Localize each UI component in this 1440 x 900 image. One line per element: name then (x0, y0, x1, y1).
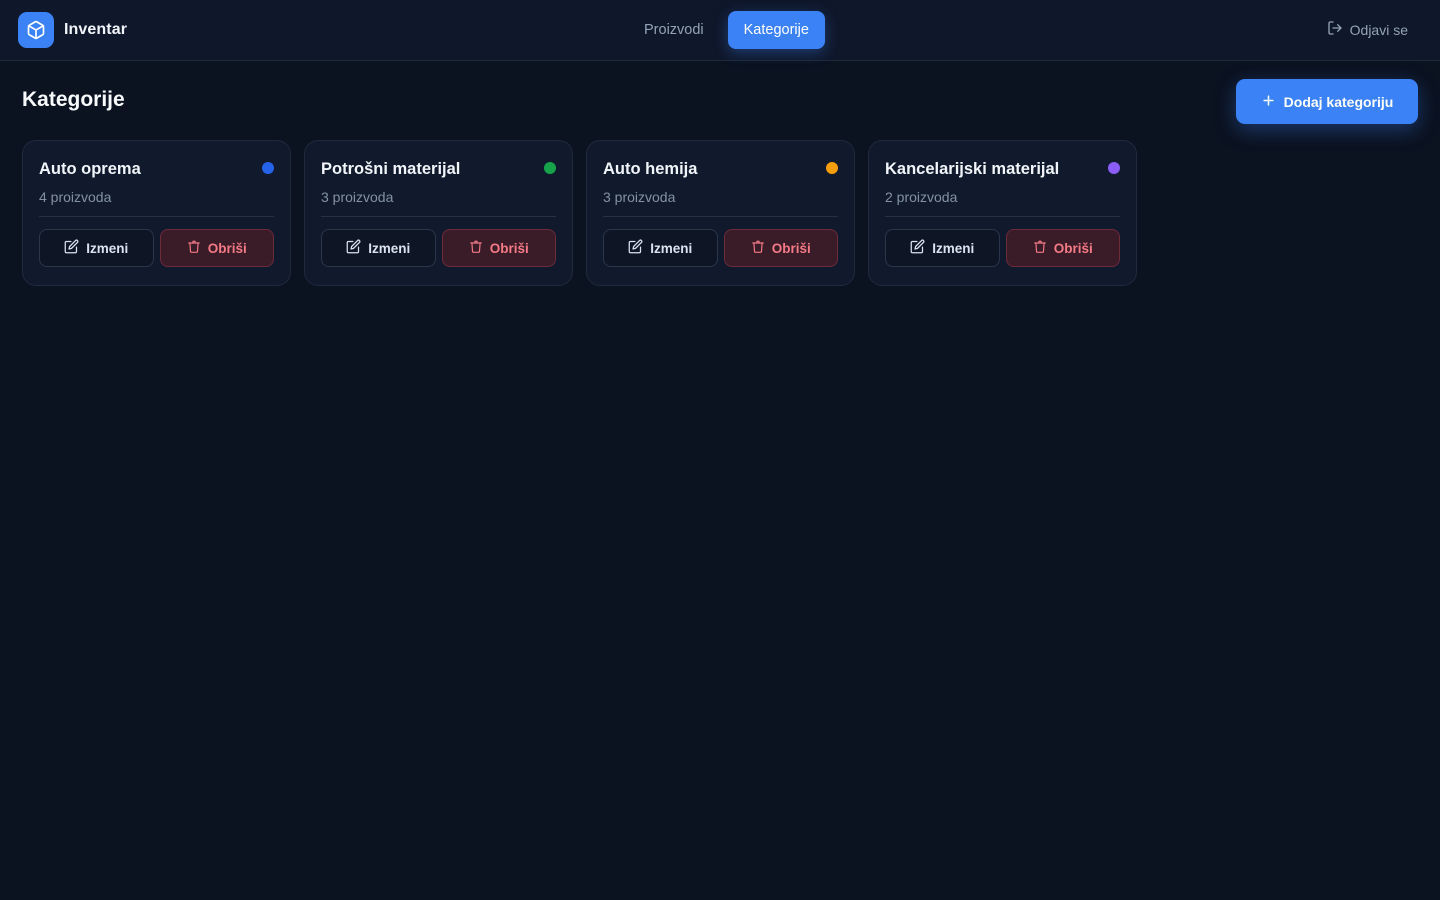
category-card: Kancelarijski materijal 2 proizvoda Izme… (868, 140, 1137, 286)
edit-label: Izmeni (650, 240, 693, 256)
cube-icon (18, 12, 54, 48)
edit-label: Izmeni (932, 240, 975, 256)
divider (885, 216, 1120, 217)
logout-label: Odjavi se (1349, 21, 1408, 38)
trash-icon (187, 239, 201, 257)
delete-label: Obriši (1053, 240, 1093, 256)
main-nav: Proizvodi Kategorije (628, 11, 825, 49)
edit-label: Izmeni (86, 240, 129, 256)
delete-label: Obriši (489, 240, 529, 256)
category-name: Potrošni materijal (321, 160, 461, 178)
category-color-dot (544, 162, 556, 174)
app-name: Inventar (64, 21, 128, 38)
category-card: Potrošni materijal 3 proizvoda Izmeni Ob… (304, 140, 573, 286)
card-actions: Izmeni Obriši (321, 229, 556, 267)
trash-icon (751, 239, 765, 257)
category-name: Kancelarijski materijal (885, 160, 1060, 178)
card-actions: Izmeni Obriši (39, 229, 274, 267)
delete-label: Obriši (207, 240, 247, 256)
category-product-count: 3 proizvoda (603, 189, 676, 205)
divider (603, 216, 838, 217)
category-color-dot (262, 162, 274, 174)
edit-icon (64, 239, 79, 257)
delete-label: Obriši (771, 240, 811, 256)
edit-icon (910, 239, 925, 257)
delete-button[interactable]: Obriši (441, 229, 556, 267)
edit-label: Izmeni (368, 240, 411, 256)
category-card: Auto hemija 3 proizvoda Izmeni Obriši (586, 140, 855, 286)
divider (39, 216, 274, 217)
category-color-dot (826, 162, 838, 174)
category-card: Auto oprema 4 proizvoda Izmeni Obriši (22, 140, 291, 286)
divider (321, 216, 556, 217)
brand[interactable]: Inventar (18, 12, 127, 48)
edit-button[interactable]: Izmeni (885, 229, 1000, 267)
category-product-count: 3 proizvoda (321, 189, 394, 205)
logout-icon (1327, 20, 1343, 39)
top-bar: Inventar Proizvodi Kategorije Odjavi se (0, 0, 1440, 61)
category-product-count: 2 proizvoda (885, 189, 958, 205)
edit-button[interactable]: Izmeni (39, 229, 154, 267)
logout-button[interactable]: Odjavi se (1327, 20, 1408, 39)
page-title: Kategorije (22, 88, 125, 111)
card-actions: Izmeni Obriši (885, 229, 1120, 267)
edit-icon (628, 239, 643, 257)
plus-icon (1261, 93, 1276, 111)
category-grid: Auto oprema 4 proizvoda Izmeni Obriši Po… (22, 140, 1137, 286)
edit-icon (346, 239, 361, 257)
add-category-button[interactable]: Dodaj kategoriju (1236, 79, 1418, 124)
tab-proizvodi[interactable]: Proizvodi (628, 11, 720, 49)
edit-button[interactable]: Izmeni (321, 229, 436, 267)
tab-kategorije[interactable]: Kategorije (727, 11, 825, 49)
add-category-label: Dodaj kategoriju (1283, 93, 1394, 110)
delete-button[interactable]: Obriši (1005, 229, 1120, 267)
delete-button[interactable]: Obriši (159, 229, 274, 267)
category-name: Auto oprema (39, 160, 141, 178)
edit-button[interactable]: Izmeni (603, 229, 718, 267)
category-color-dot (1108, 162, 1120, 174)
trash-icon (469, 239, 483, 257)
card-actions: Izmeni Obriši (603, 229, 838, 267)
delete-button[interactable]: Obriši (723, 229, 838, 267)
category-name: Auto hemija (603, 160, 698, 178)
category-product-count: 4 proizvoda (39, 189, 112, 205)
trash-icon (1033, 239, 1047, 257)
